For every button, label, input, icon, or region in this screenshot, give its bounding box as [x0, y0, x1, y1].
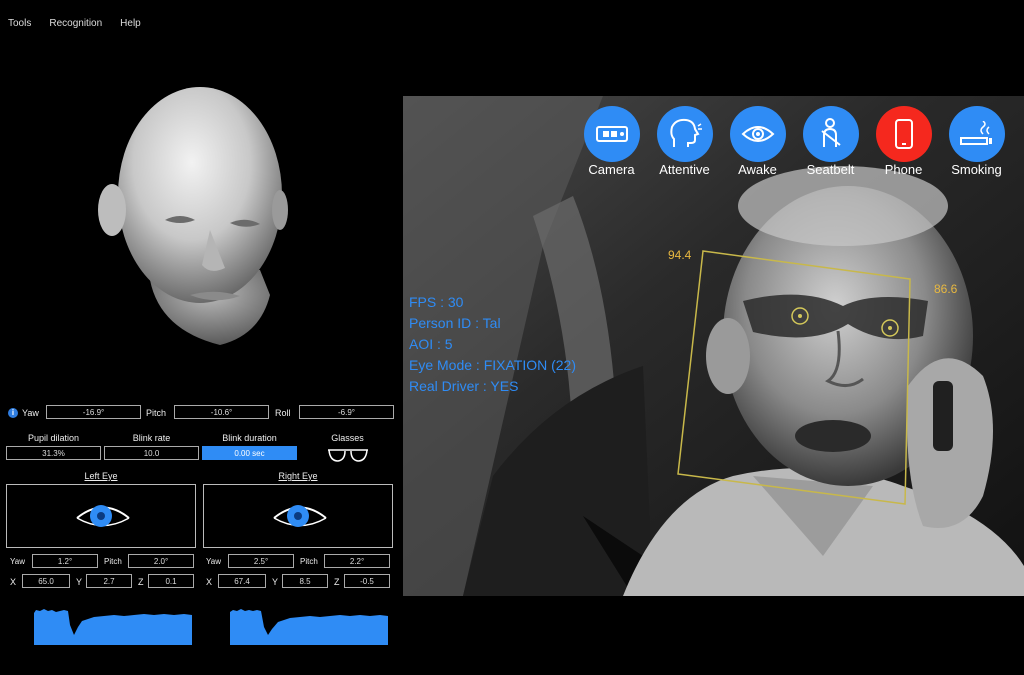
status-attentive-label: Attentive	[659, 162, 710, 177]
status-smoking-label: Smoking	[951, 162, 1002, 177]
right-eye-x-value: 67.4	[218, 574, 266, 588]
right-eye-title: Right Eye	[278, 471, 318, 481]
fps-readout: FPS : 30	[409, 294, 464, 310]
face-score-left: 94.4	[668, 248, 692, 262]
right-eye-x-label: X	[206, 577, 213, 587]
right-eye-z-value: -0.5	[344, 574, 390, 588]
pose-roll-value: -6.9°	[299, 405, 394, 419]
detection-overlay: FPS : 30 Person ID : Tal AOI : 5 Eye Mod…	[409, 292, 576, 397]
driver-camera-feed: 94.4 86.6 FPS : 30 Person ID : Tal AOI :…	[403, 96, 1024, 596]
pupil-dilation-value: 31.3%	[6, 446, 101, 460]
left-eye-graphic-icon	[76, 505, 130, 527]
pose-roll-label: Roll	[275, 408, 291, 418]
menu-bar: Tools Recognition Help	[8, 18, 141, 29]
left-eye-pitch-label: Pitch	[104, 557, 122, 566]
camera-icon	[583, 106, 640, 162]
status-attentive[interactable]: Attentive	[648, 106, 721, 177]
attentive-head-icon	[656, 106, 713, 162]
blink-duration-value: 0.00 sec	[202, 446, 297, 460]
glasses-icon	[326, 446, 370, 469]
left-eye-z-label: Z	[138, 577, 144, 587]
right-eye-panel	[203, 484, 393, 548]
face-score-right: 86.6	[934, 282, 958, 296]
glasses-label: Glasses	[331, 433, 364, 443]
info-icon[interactable]: i	[8, 408, 18, 418]
left-eye-waveform	[34, 605, 192, 650]
right-eye-y-value: 8.5	[282, 574, 328, 588]
left-eye-x-label: X	[10, 577, 17, 587]
pupil-dilation-label: Pupil dilation	[27, 433, 80, 443]
menu-recognition[interactable]: Recognition	[49, 18, 102, 29]
left-eye-title: Left Eye	[84, 471, 118, 481]
phone-icon	[875, 106, 932, 162]
status-smoking[interactable]: Smoking	[940, 106, 1013, 177]
right-eye-pitch-label: Pitch	[300, 557, 318, 566]
pose-pitch-label: Pitch	[146, 408, 167, 418]
status-seatbelt-label: Seatbelt	[806, 162, 855, 177]
left-eye-panel	[6, 484, 196, 548]
pose-yaw-label: Yaw	[22, 408, 39, 418]
status-icon-bar: Camera Attentive Awake Seatbelt Phone Sm…	[575, 106, 1013, 177]
right-eye-graphic-icon	[273, 505, 327, 527]
status-awake-label: Awake	[738, 162, 777, 177]
status-camera-label: Camera	[588, 162, 635, 177]
pose-yaw-value: -16.9°	[46, 405, 141, 419]
eye-mode-readout: Eye Mode : FIXATION (22)	[409, 357, 577, 373]
left-eye-x-value: 65.0	[22, 574, 70, 588]
left-eye-yaw-value: 1.2°	[32, 554, 98, 568]
left-eye-yaw-label: Yaw	[10, 557, 25, 566]
menu-help[interactable]: Help	[120, 18, 141, 29]
right-eye-pitch-value: 2.2°	[324, 554, 390, 568]
seatbelt-icon	[802, 106, 859, 162]
smoking-icon	[948, 106, 1005, 162]
right-eye-yaw-value: 2.5°	[228, 554, 294, 568]
aoi-readout: AOI : 5	[409, 336, 453, 352]
status-seatbelt[interactable]: Seatbelt	[794, 106, 867, 177]
real-driver-readout: Real Driver : YES	[409, 378, 519, 394]
right-eye-y-label: Y	[272, 577, 279, 587]
status-awake[interactable]: Awake	[721, 106, 794, 177]
left-eye-pitch-value: 2.0°	[128, 554, 194, 568]
eye-icon	[729, 106, 786, 162]
status-camera[interactable]: Camera	[575, 106, 648, 177]
blink-rate-label: Blink rate	[132, 433, 171, 443]
left-eye-y-label: Y	[76, 577, 83, 587]
menu-tools[interactable]: Tools	[8, 18, 31, 29]
left-eye-z-value: 0.1	[148, 574, 194, 588]
status-phone[interactable]: Phone	[867, 106, 940, 177]
right-eye-z-label: Z	[334, 577, 340, 587]
status-phone-label: Phone	[884, 162, 923, 177]
head-3d-model	[90, 80, 300, 350]
right-eye-waveform	[230, 605, 388, 650]
pose-pitch-value: -10.6°	[174, 405, 269, 419]
blink-rate-value: 10.0	[104, 446, 199, 460]
left-eye-y-value: 2.7	[86, 574, 132, 588]
blink-duration-label: Blink duration	[222, 433, 277, 443]
person-id-readout: Person ID : Tal	[409, 315, 501, 331]
right-eye-yaw-label: Yaw	[206, 557, 221, 566]
